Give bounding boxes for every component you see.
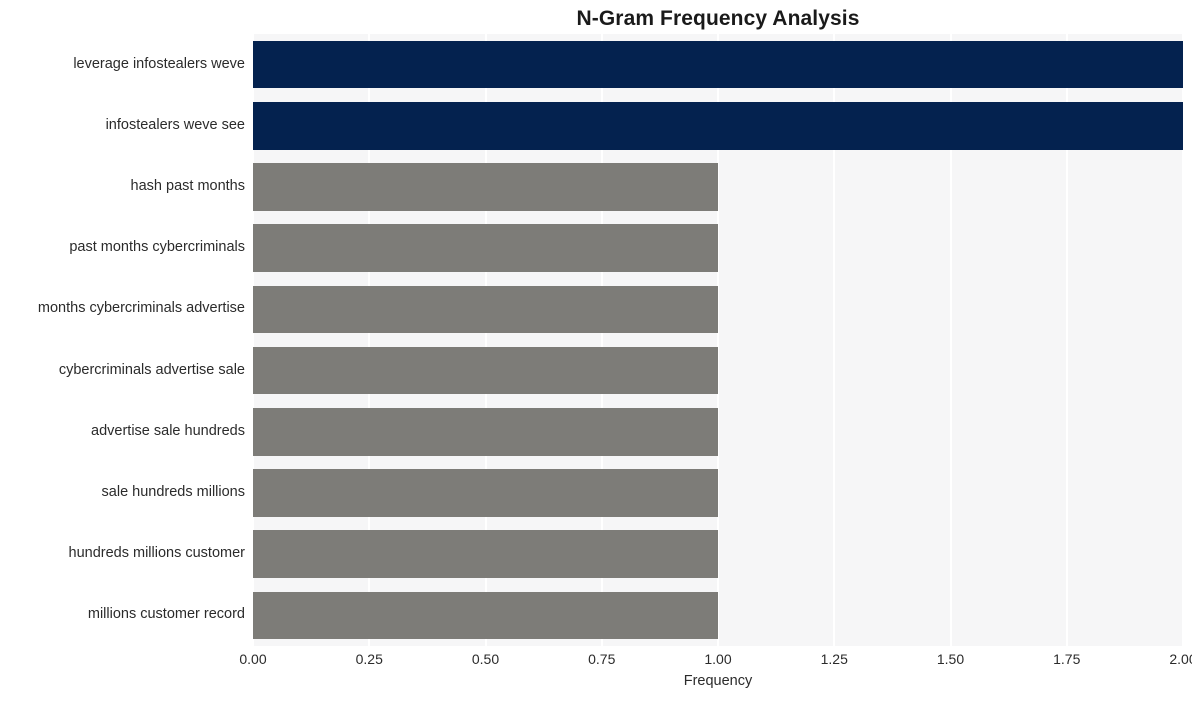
bar	[253, 40, 1183, 89]
x-axis-tick-labels: 0.00 0.25 0.50 0.75 1.00 1.25 1.50 1.75 2.00	[239, 650, 1192, 672]
x-axis-tick-label: 1.75	[1053, 651, 1081, 667]
bar	[253, 346, 718, 395]
chart-title: N-Gram Frequency Analysis	[576, 7, 860, 30]
y-axis-tick-label: advertise sale hundreds	[91, 422, 245, 439]
x-axis-tick-label: 1.25	[820, 651, 848, 667]
y-axis-tick-label: hundreds millions customer	[68, 545, 246, 562]
bar	[253, 224, 718, 273]
bar	[253, 469, 718, 517]
x-axis-tick-label: 2.00	[1169, 651, 1192, 667]
x-axis-tick-label: 0.50	[471, 651, 500, 667]
y-axis-tick-label: leverage infostealers weve	[73, 55, 245, 72]
plot-area	[252, 34, 1184, 646]
y-axis-tick-label: months cybercriminals advertise	[37, 300, 245, 317]
bar	[253, 163, 718, 211]
bar	[253, 407, 718, 456]
x-axis-tick-label: 0.75	[588, 651, 616, 667]
x-axis-tick-label: 1.00	[704, 651, 732, 667]
x-axis-tick-label: 0.00	[239, 651, 267, 667]
bar	[253, 101, 1183, 150]
x-axis-label: Frequency	[683, 673, 753, 689]
bar	[253, 591, 718, 640]
bar	[253, 285, 718, 334]
x-axis-tick-label: 1.50	[936, 651, 965, 667]
y-axis-tick-label: infostealers weve see	[105, 116, 245, 133]
y-axis-tick-label: hash past months	[130, 178, 245, 194]
y-axis-tick-label: millions customer record	[87, 606, 245, 623]
bar	[253, 530, 718, 579]
y-axis-tick-label: sale hundreds millions	[101, 484, 245, 500]
y-axis-tick-label: cybercriminals advertise sale	[58, 361, 245, 378]
y-axis-tick-label: past months cybercriminals	[69, 239, 245, 256]
x-axis-tick-label: 0.25	[355, 651, 383, 667]
y-axis-tick-labels: leverage infostealers weve infostealers w…	[0, 34, 245, 646]
chart-figure: N-Gram Frequency Analysis leverage infos…	[0, 0, 1192, 701]
